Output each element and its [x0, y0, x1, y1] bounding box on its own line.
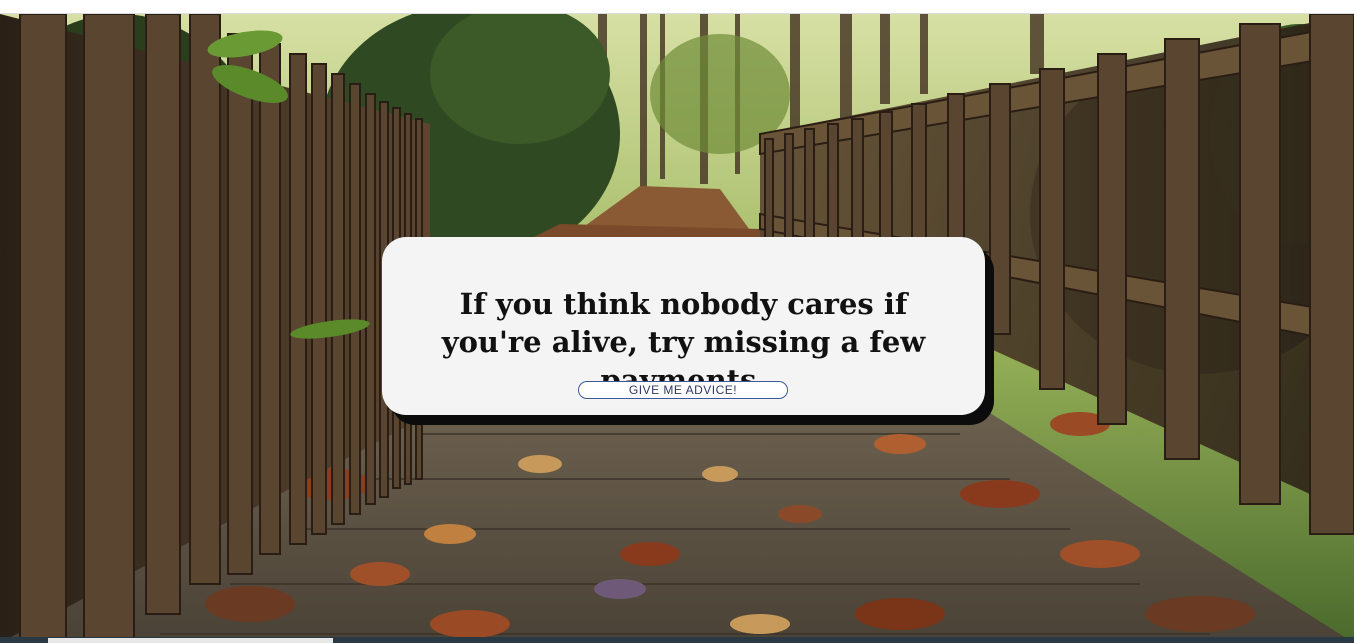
- give-me-advice-button[interactable]: GIVE ME ADVICE!: [578, 381, 788, 399]
- page: If you think nobody cares if you're aliv…: [0, 0, 1354, 643]
- taskbar-tab: [48, 638, 333, 643]
- taskbar-edge: [0, 637, 1354, 643]
- advice-card: If you think nobody cares if you're aliv…: [382, 237, 985, 415]
- browser-toolbar-edge: [0, 0, 1354, 14]
